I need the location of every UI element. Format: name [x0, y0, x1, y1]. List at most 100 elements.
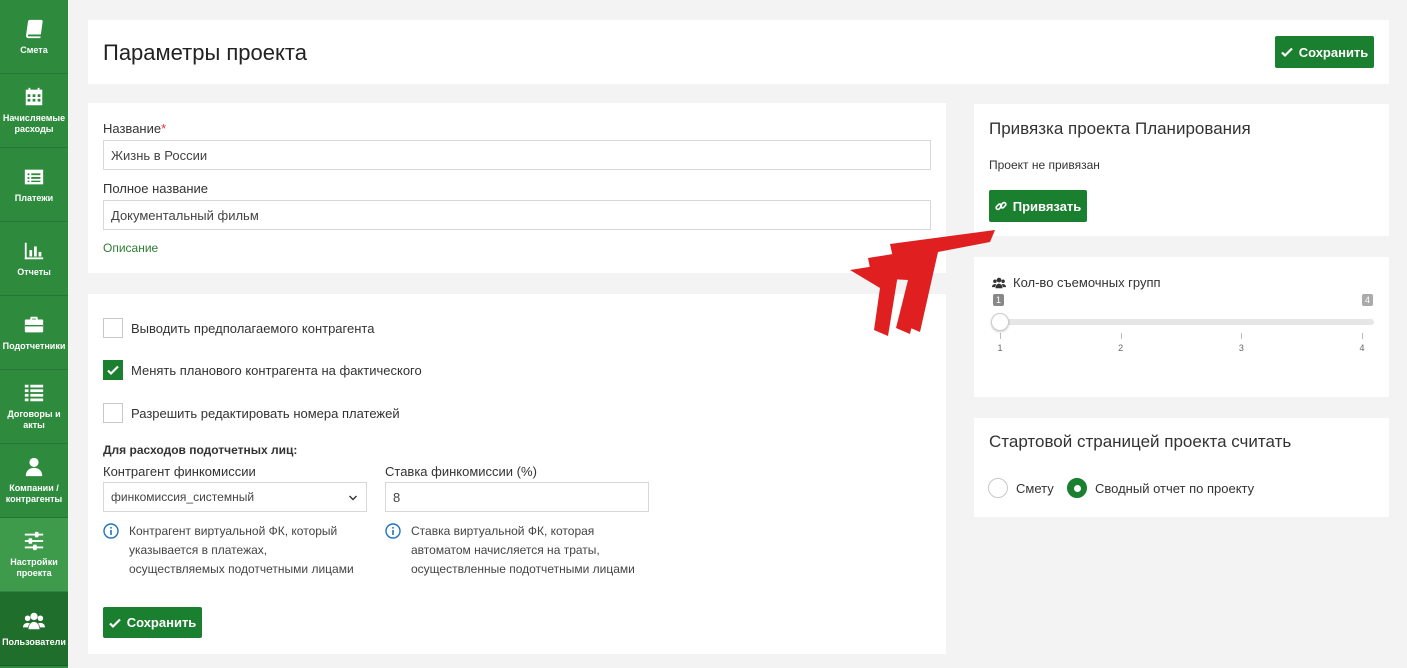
info-icon — [103, 523, 119, 539]
users-icon — [23, 612, 45, 629]
sidebar-item-reports[interactable]: Отчеты — [0, 222, 68, 296]
book-icon — [26, 19, 43, 38]
name-label: Название* — [103, 121, 166, 136]
rate-help-text: Ставка виртуальной ФК, которая автоматом… — [411, 522, 635, 579]
rate-label: Ставка финкомиссии (%) — [385, 464, 537, 479]
page-title: Параметры проекта — [103, 40, 307, 65]
sidebar-item-payments[interactable]: Платежи — [0, 148, 68, 222]
radio-row[interactable]: Смету — [988, 478, 1054, 498]
help-line: Ставка виртуальной ФК, которая — [411, 524, 595, 538]
counterparty-help: Контрагент виртуальной ФК, который указы… — [103, 522, 354, 579]
list-alt-icon — [24, 169, 44, 184]
slider-tick — [1120, 333, 1122, 339]
required-marker: * — [161, 121, 167, 136]
slider-tick — [1241, 333, 1243, 339]
counterparty-select-value: финкомиссия_системный — [111, 490, 255, 504]
options-card: Выводить предполагаемого контрагента Мен… — [88, 294, 946, 654]
radio-smeta[interactable] — [988, 478, 1008, 498]
bar-chart-icon — [24, 242, 44, 259]
sidebar-item-label: Начисляемые расходы — [2, 113, 66, 134]
radio-label: Сводный отчет по проекту — [1095, 480, 1255, 496]
chevron-down-icon — [349, 495, 357, 501]
sliders-icon — [24, 531, 44, 551]
checkbox-show-expected-counterparty[interactable] — [103, 318, 123, 338]
rate-help: Ставка виртуальной ФК, которая автоматом… — [385, 522, 635, 579]
sidebar-item-label: Отчеты — [17, 266, 51, 277]
planning-binding-card: Привязка проекта Планирования Проект не … — [974, 104, 1389, 236]
slider-tick-label: 2 — [1118, 343, 1124, 353]
checkbox-label: Выводить предполагаемого контрагента — [131, 320, 375, 336]
calendar-icon — [25, 87, 43, 106]
counterparty-select[interactable]: финкомиссия_системный — [103, 482, 367, 512]
sidebar-item-project-settings[interactable]: Настройки проекта — [0, 518, 68, 592]
help-line: осуществленные подотчетными лицами — [411, 562, 635, 576]
planning-title: Привязка проекта Планирования — [989, 119, 1251, 138]
page-header: Параметры проекта Сохранить — [88, 20, 1389, 84]
sidebar: Смета Начисляемые расходы Платежи Отчеты… — [0, 0, 68, 668]
bind-button[interactable]: Привязать — [989, 190, 1087, 222]
list-icon — [24, 384, 44, 402]
checkbox-label: Менять планового контрагента на фактичес… — [131, 362, 422, 378]
save-button-header[interactable]: Сохранить — [1275, 36, 1374, 68]
link-icon — [995, 201, 1007, 211]
checkbox-edit-payment-numbers[interactable] — [103, 403, 123, 423]
rate-input[interactable]: 8 — [385, 482, 649, 512]
section-title: Для расходов подотчетных лиц: — [103, 443, 298, 457]
help-line: осуществляемых подотчетными лицами — [129, 562, 354, 576]
project-name-card: Название* Жизнь в России Полное название… — [88, 103, 946, 273]
description-link[interactable]: Описание — [103, 241, 158, 255]
briefcase-icon — [24, 316, 44, 332]
crews-label: Кол-во съемочных групп — [1013, 275, 1161, 290]
counterparty-help-text: Контрагент виртуальной ФК, который указы… — [129, 522, 354, 579]
sidebar-item-companies[interactable]: Компании / контрагенты — [0, 444, 68, 518]
check-icon — [107, 365, 119, 376]
name-label-text: Название — [103, 121, 162, 136]
sidebar-item-label: Компании / контрагенты — [5, 483, 63, 504]
radio-label: Смету — [1016, 480, 1054, 496]
sidebar-item-label: Настройки проекта — [10, 557, 58, 578]
sidebar-item-users[interactable]: Пользователи — [0, 592, 68, 666]
checkbox-replace-counterparty[interactable] — [103, 360, 123, 380]
slider-max-bubble: 4 — [1362, 294, 1374, 306]
sidebar-item-label: Смета — [20, 44, 48, 55]
sidebar-item-accrued-expenses[interactable]: Начисляемые расходы — [0, 74, 68, 148]
sidebar-item-label: Платежи — [14, 192, 54, 203]
slider-tick-label: 1 — [997, 343, 1003, 353]
crews-card: Кол-во съемочных групп 1 4 1234 — [974, 257, 1389, 397]
sidebar-item-label: Пользователи — [2, 636, 66, 647]
start-page-title: Стартовой страницей проекта считать — [989, 432, 1292, 451]
user-icon — [25, 457, 43, 477]
check-icon — [1280, 47, 1293, 58]
fullname-input[interactable]: Документальный фильм — [103, 200, 931, 230]
name-input[interactable]: Жизнь в России — [103, 140, 931, 170]
planning-status: Проект не привязан — [989, 158, 1100, 172]
sidebar-item-accountable-persons[interactable]: Подотчетники — [0, 296, 68, 370]
checkbox-row[interactable]: Выводить предполагаемого контрагента — [103, 318, 374, 338]
slider-tick-label: 4 — [1359, 343, 1365, 353]
radio-summary-report[interactable] — [1067, 478, 1087, 498]
slider-track[interactable] — [999, 319, 1374, 325]
slider-tick — [1362, 333, 1363, 339]
sidebar-item-label: Договоры и акты — [7, 409, 61, 430]
fullname-label: Полное название — [103, 181, 209, 196]
crews-header: Кол-во съемочных групп — [991, 275, 1161, 290]
save-button-label: Сохранить — [126, 615, 197, 630]
help-line: Контрагент виртуальной ФК, который — [129, 524, 338, 538]
help-line: указывается в платежах, — [129, 543, 268, 557]
slider-tick — [1000, 333, 1001, 339]
save-button-label: Сохранить — [1298, 44, 1369, 60]
start-page-card: Стартовой страницей проекта считать Смет… — [974, 418, 1389, 517]
help-line: автоматом начисляется на траты, — [411, 543, 600, 557]
bind-button-label: Привязать — [1012, 198, 1082, 214]
sidebar-item-smeta[interactable]: Смета — [0, 0, 68, 74]
checkbox-row[interactable]: Менять планового контрагента на фактичес… — [103, 360, 422, 380]
counterparty-label: Контрагент финкомиссии — [103, 464, 256, 479]
checkbox-row[interactable]: Разрешить редактировать номера платежей — [103, 403, 400, 423]
slider-tick-label: 3 — [1238, 343, 1244, 353]
save-button[interactable]: Сохранить — [103, 607, 202, 638]
radio-row[interactable]: Сводный отчет по проекту — [1067, 478, 1254, 498]
sidebar-item-contracts[interactable]: Договоры и акты — [0, 370, 68, 444]
check-icon — [108, 618, 121, 628]
checkbox-label: Разрешить редактировать номера платежей — [131, 405, 400, 421]
red-arrow-icon — [850, 230, 995, 336]
